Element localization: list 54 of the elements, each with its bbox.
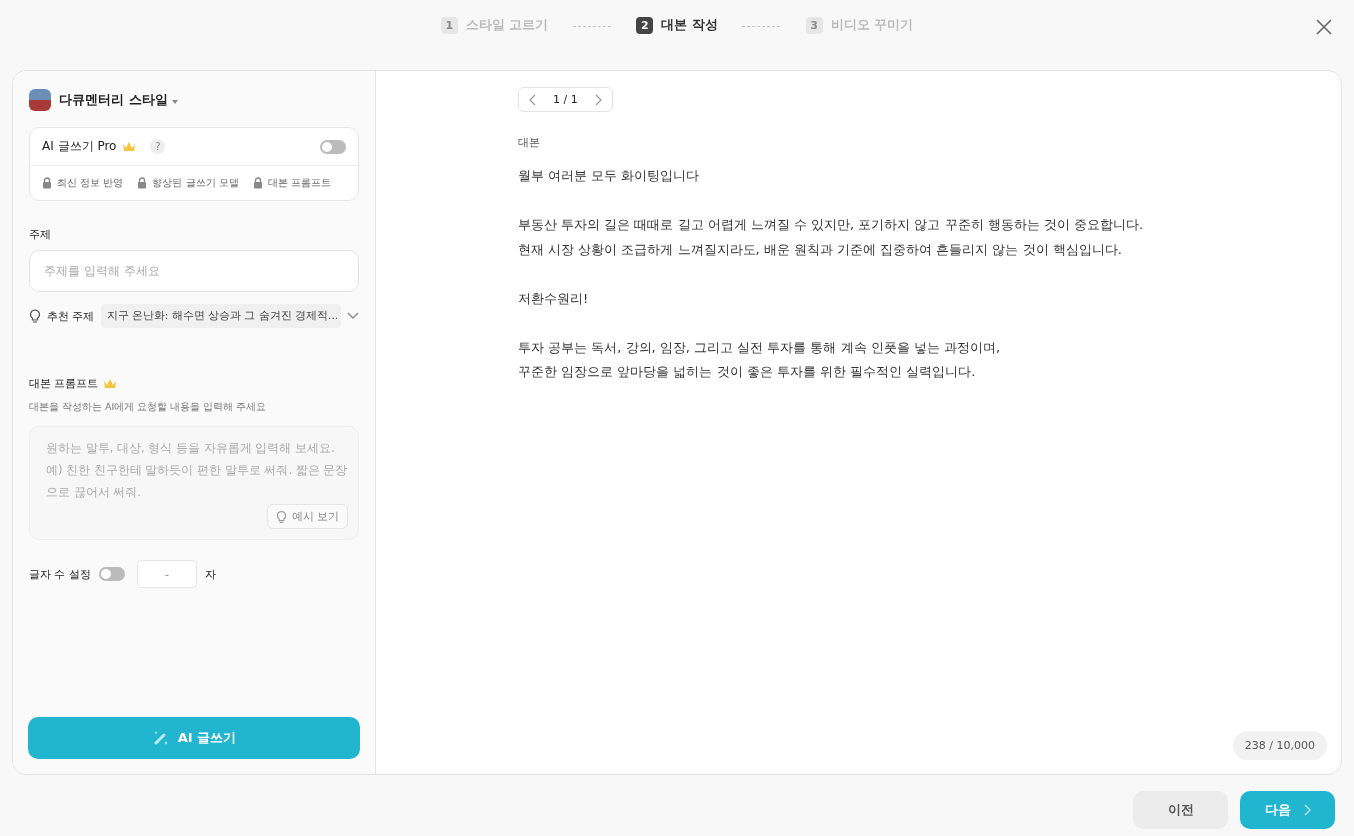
lock-icon	[137, 177, 148, 189]
close-icon[interactable]	[1314, 17, 1334, 37]
script-prompt-description: 대본을 작성하는 AI에게 요청할 내용을 입력해 주세요	[29, 401, 268, 414]
char-limit-toggle[interactable]	[99, 567, 125, 581]
script-line: 투자 공부는 독서, 강의, 임장, 그리고 실전 투자를 통해 계속 인풋을 넣는 과정이며,	[518, 338, 1002, 357]
feature-label: 최신 정보 반영	[57, 176, 124, 190]
recommended-topic-chip[interactable]: 지구 온난화: 해수면 상승과 그 숨겨진 경제적...	[100, 304, 341, 328]
page-indicator: 1 / 1	[553, 93, 578, 106]
prompt-placeholder: 원하는 말투, 대상, 형식 등을 자유롭게 입력해 보세요. 예) 친한 친구한테 말하듯이 편한 말투로 써줘. 짧은 문장으로 끊어서 써줘.	[46, 440, 348, 501]
char-limit-label: 글자 수 설정	[29, 566, 91, 582]
chevron-right-icon	[1302, 804, 1311, 816]
step-label: 대본 작성	[661, 16, 718, 34]
step-number: 3	[805, 16, 823, 34]
step-separator: --------	[572, 18, 613, 32]
pro-toggle[interactable]	[320, 139, 346, 154]
script-line: 꾸준한 임장으로 앞마당을 넓히는 것이 좋은 투자를 위한 필수적인 실력입니다.	[518, 363, 977, 381]
topic-label: 주제	[29, 227, 52, 242]
crown-icon	[102, 378, 117, 389]
chevron-down-icon[interactable]	[347, 312, 359, 320]
lock-icon	[42, 177, 52, 189]
step-number: 2	[636, 16, 654, 34]
step-number: 1	[440, 16, 458, 34]
feature-label: 대본 프롬프트	[267, 176, 331, 190]
caret-down-icon	[172, 100, 179, 104]
char-unit: 자	[205, 566, 216, 582]
crown-icon	[122, 141, 137, 152]
script-line: 부동산 투자의 길은 때때로 길고 어렵게 느껴질 수 있지만, 포기하지 않고 꾸준히 행동하는 것이 중요합니다.	[518, 216, 1145, 234]
step-label: 스타일 고르기	[465, 16, 549, 34]
help-button[interactable]: ?	[150, 139, 166, 154]
lightbulb-icon	[29, 309, 41, 323]
lightbulb-icon	[275, 509, 287, 524]
topic-input[interactable]: 주제를 입력해 주세요	[29, 250, 359, 292]
step-separator: --------	[741, 18, 782, 32]
character-count: 238 / 10,000	[1232, 731, 1327, 760]
step-label: 비디오 꾸미기	[830, 16, 914, 34]
next-button[interactable]: 다음	[1240, 791, 1335, 829]
script-line: 저환수원리!	[518, 289, 590, 308]
script-label: 대본	[518, 136, 541, 150]
script-line: 월부 여러분 모두 화이팅입니다	[518, 167, 701, 185]
chevron-left-icon[interactable]	[529, 93, 537, 106]
previous-button[interactable]: 이전	[1133, 791, 1228, 829]
style-dropdown[interactable]: 다큐멘터리 스타일	[59, 91, 179, 109]
lock-icon	[252, 177, 263, 189]
script-prompt-label: 대본 프롬프트	[29, 376, 99, 391]
prompt-textarea[interactable]: 원하는 말투, 대상, 형식 등을 자유롭게 입력해 보세요. 예) 친한 친구한테 말하듯이 편한 말투로 써줘. 짧은 문장으로 끊어서 써줘. 예시 보기	[29, 426, 359, 540]
example-button[interactable]: 예시 보기	[266, 504, 348, 529]
ai-write-button[interactable]: AI 글쓰기	[28, 717, 360, 759]
recommended-topic-label: 추천 주제	[47, 308, 95, 324]
script-line: 현재 시장 상황이 조급하게 느껴질지라도, 배운 원칙과 기준에 집중하여 흔들리지 않는 것이 핵심입니다.	[518, 240, 1123, 259]
char-limit-input[interactable]: -	[137, 560, 197, 588]
pro-title: AI 글쓰기 Pro	[42, 138, 117, 155]
style-thumbnail	[29, 89, 51, 111]
feature-label: 향상된 글쓰기 모델	[152, 176, 239, 190]
chevron-right-icon[interactable]	[593, 93, 602, 106]
